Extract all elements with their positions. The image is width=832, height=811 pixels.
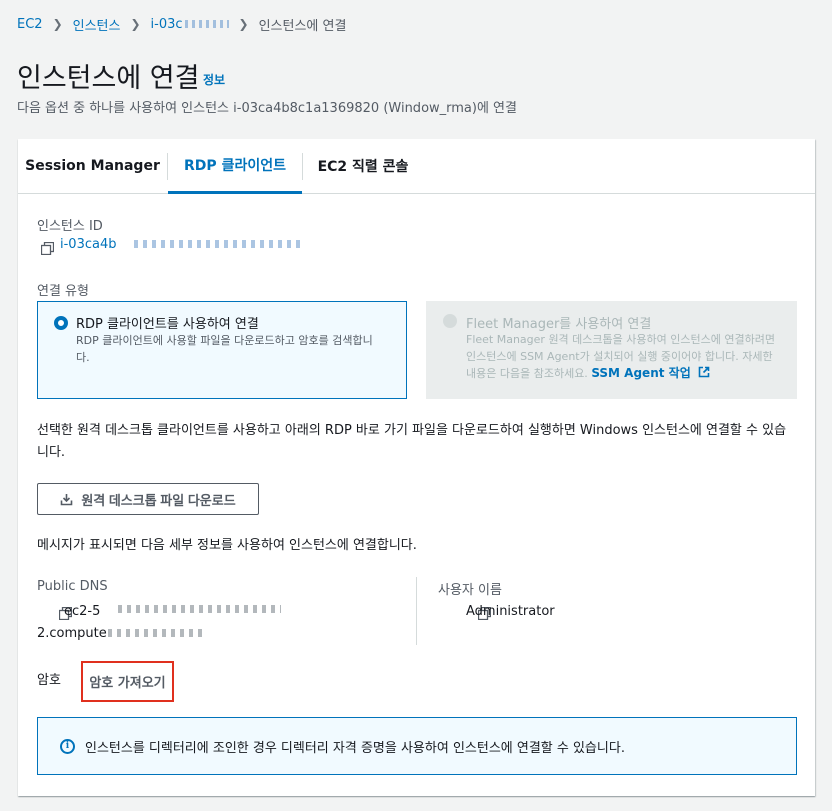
download-icon: [61, 493, 73, 505]
download-rdp-file-button[interactable]: 원격 데스크톱 파일 다운로드: [37, 483, 259, 515]
option-fleet-manager: Fleet Manager를 사용하여 연결 Fleet Manager 원격 …: [426, 301, 797, 399]
copy-icon[interactable]: [41, 242, 54, 255]
chevron-right-icon: ❯: [130, 17, 141, 31]
option-title: Fleet Manager를 사용하여 연결: [466, 317, 652, 332]
connection-type-label: 연결 유형: [37, 284, 89, 299]
download-button-label: 원격 데스크톱 파일 다운로드: [81, 492, 236, 508]
public-dns-value-line2: 2.compute: [37, 626, 107, 641]
option-title: RDP 클라이언트를 사용하여 연결: [76, 317, 259, 332]
breadcrumb-instances[interactable]: 인스턴스: [73, 15, 121, 34]
redacted-text: [134, 240, 304, 248]
instance-id-link[interactable]: i-03ca4b: [60, 237, 116, 252]
chevron-right-icon: ❯: [238, 17, 249, 31]
connect-panel: Session Manager RDP 클라이언트 EC2 직렬 콘솔 인스턴스…: [18, 139, 815, 796]
details-intro-text: 메시지가 표시되면 다음 세부 정보를 사용하여 인스턴스에 연결합니다.: [37, 538, 417, 553]
option-description: Fleet Manager 원격 데스크톱을 사용하여 인스턴스에 연결하려면 …: [466, 333, 775, 380]
instructions-text: 선택한 원격 데스크톱 클라이언트를 사용하고 아래의 RDP 바로 가기 파일…: [37, 423, 787, 460]
ssm-agent-link[interactable]: SSM Agent 작업: [591, 366, 710, 380]
tab-rdp-client[interactable]: RDP 클라이언트: [168, 139, 302, 194]
alert-text: 인스턴스를 디렉터리에 조인한 경우 디렉터리 자격 증명을 사용하여 인스턴스…: [85, 740, 625, 756]
redacted-text: [184, 19, 229, 28]
username-value: Administrator: [466, 604, 555, 619]
get-password-button[interactable]: 암호 가져오기: [81, 661, 174, 702]
breadcrumb-instance-id[interactable]: i-03c: [151, 17, 229, 32]
redacted-text: [118, 605, 281, 613]
page-title: 인스턴스에 연결: [17, 63, 200, 94]
external-link-icon: [698, 366, 710, 378]
instance-id-label: 인스턴스 ID: [37, 219, 103, 234]
tab-session-manager[interactable]: Session Manager: [18, 139, 167, 193]
option-rdp-client[interactable]: RDP 클라이언트를 사용하여 연결 RDP 클라이언트에 사용할 파일을 다운…: [37, 301, 407, 399]
column-divider: [416, 577, 417, 645]
radio-disabled: [443, 314, 457, 328]
tab-ec2-serial-console[interactable]: EC2 직렬 콘솔: [303, 139, 423, 193]
info-alert: i 인스턴스를 디렉터리에 조인한 경우 디렉터리 자격 증명을 사용하여 인스…: [37, 717, 797, 775]
tab-bar: Session Manager RDP 클라이언트 EC2 직렬 콘솔: [18, 139, 815, 194]
breadcrumb-ec2[interactable]: EC2: [17, 17, 43, 32]
page-description: 다음 옵션 중 하나를 사용하여 인스턴스 i-03ca4b8c1a136982…: [17, 101, 517, 116]
radio-selected[interactable]: [54, 316, 68, 330]
option-description: RDP 클라이언트에 사용할 파일을 다운로드하고 암호를 검색합니다.: [76, 334, 373, 364]
redacted-text: [108, 629, 202, 637]
info-icon: i: [60, 738, 75, 754]
password-label: 암호: [37, 673, 61, 688]
breadcrumb-current: 인스턴스에 연결: [258, 18, 347, 34]
username-label: 사용자 이름: [438, 583, 502, 598]
public-dns-label: Public DNS: [37, 579, 108, 594]
chevron-right-icon: ❯: [52, 17, 63, 31]
breadcrumb: EC2 ❯ 인스턴스 ❯ i-03c ❯ 인스턴스에 연결: [17, 14, 346, 34]
info-link[interactable]: 정보: [203, 71, 225, 88]
public-dns-value-line1: ec2-5: [64, 604, 101, 619]
